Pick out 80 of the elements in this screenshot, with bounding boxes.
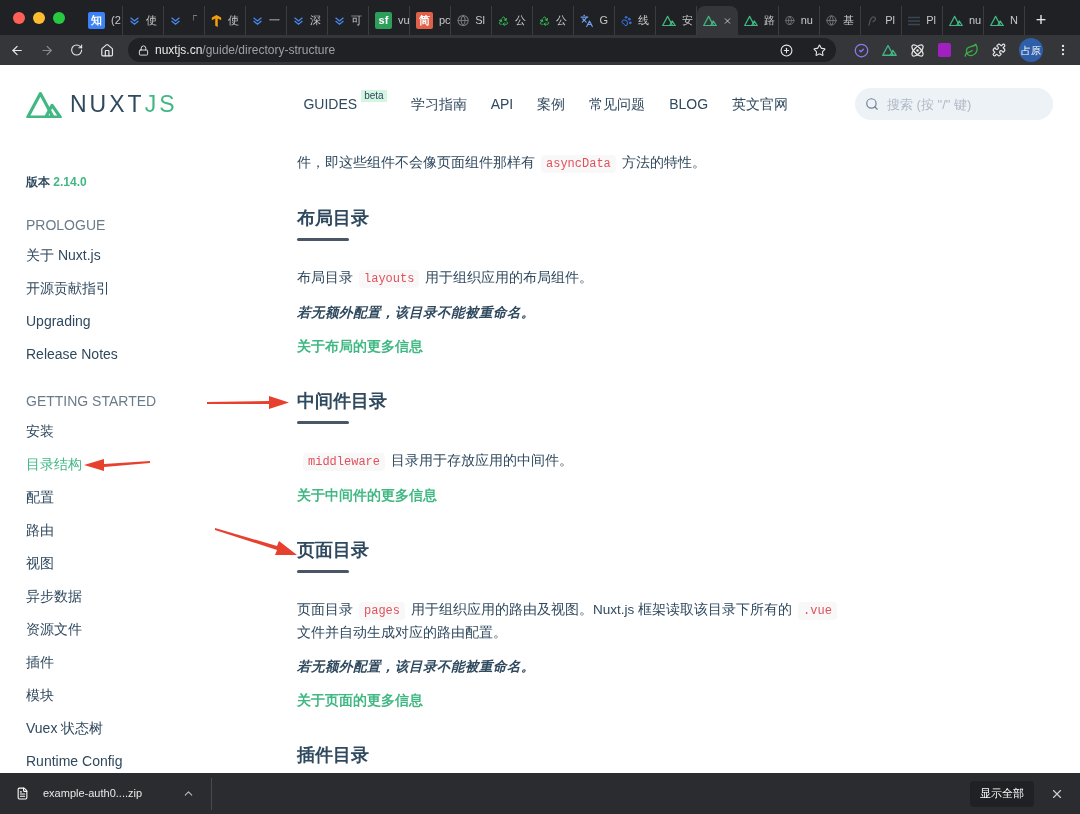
profile-avatar[interactable]: 占原: [1019, 38, 1043, 62]
paragraph: 件，即这些组件不会像页面组件那样有 asyncData 方法的特性。: [297, 153, 707, 175]
heading-underline: [297, 570, 349, 573]
atom-icon[interactable]: [910, 42, 925, 58]
translate-icon: [580, 13, 594, 28]
note-text: 若无额外配置，该目录不能被重命名。: [297, 304, 536, 322]
sidebar-link[interactable]: 插件: [26, 652, 54, 673]
nav-link[interactable]: 学习指南: [410, 93, 467, 115]
paragraph: 布局目录 layouts 用于组织应用的布局组件。: [297, 269, 595, 290]
site-icon: 简: [416, 12, 433, 29]
reload-icon[interactable]: [70, 43, 84, 57]
minimize-window-button[interactable]: [33, 11, 45, 24]
lock-icon: [138, 44, 149, 56]
sidebar-link[interactable]: 关于 Nuxt.js: [26, 245, 101, 266]
site-logo[interactable]: NUXTJS: [26, 86, 178, 122]
nav-link[interactable]: API: [490, 93, 514, 115]
file-icon: [16, 787, 29, 800]
globe-icon: [826, 14, 837, 27]
sidebar-link[interactable]: 开源贡献指引: [26, 278, 110, 299]
section-heading: 布局目录: [297, 207, 370, 230]
sidebar-link[interactable]: Runtime Config: [26, 751, 123, 772]
sidebar-link[interactable]: 资源文件: [26, 619, 82, 640]
paw-icon: [621, 13, 632, 28]
nav-link[interactable]: 英文官网: [732, 93, 789, 115]
section-heading: 插件目录: [297, 744, 370, 767]
sidebar-link[interactable]: 模块: [26, 685, 54, 706]
beta-tag: beta: [361, 89, 387, 102]
sidebar-link[interactable]: 异步数据: [26, 586, 82, 607]
annotation-arrow: [84, 457, 150, 471]
download-filename[interactable]: example-auth0....zip: [43, 785, 143, 802]
lines-icon: [908, 15, 921, 26]
nuxt-logo-icon: [703, 14, 717, 27]
globe-icon: [785, 14, 795, 27]
nav-link[interactable]: BLOG: [669, 93, 709, 115]
close-window-button[interactable]: [13, 11, 25, 24]
zoom-window-button[interactable]: [53, 11, 65, 24]
nav-link[interactable]: 案例: [537, 93, 566, 115]
sidebar-link[interactable]: Release Notes: [26, 344, 118, 365]
sidebar-link[interactable]: 配置: [26, 487, 54, 508]
paragraph: 页面目录 pages 用于组织应用的路由及视图。Nuxt.js 框架读取该目录下所有的 .vue 文件并自动生成对应的路由配置。: [297, 599, 847, 644]
nuxt-extension-icon: [882, 44, 897, 56]
section-heading: 中间件目录: [297, 390, 388, 413]
sidebar-group-title: PROLOGUE: [26, 216, 106, 235]
puzzle-icon[interactable]: [992, 43, 1006, 57]
sidebar-link[interactable]: Vuex 状态树: [26, 718, 104, 739]
version-label: 版本 2.14.0: [26, 174, 88, 191]
nuxt-logo-icon: [26, 89, 62, 119]
heading-underline: [297, 238, 349, 241]
section-heading: 页面目录: [297, 539, 370, 562]
nuxt-logo-icon: [949, 14, 963, 27]
globe-icon: [457, 14, 470, 27]
search-field[interactable]: 搜索 (按 "/" 键): [855, 88, 1053, 120]
bookmark-star-icon[interactable]: [813, 43, 826, 57]
recycle-icon: [539, 13, 550, 28]
browser-tab[interactable]: [697, 6, 738, 35]
nuxt-logo-icon: [662, 14, 676, 27]
address-bar[interactable]: nuxtjs.cn/guide/directory-structure: [128, 38, 836, 62]
sidebar-link[interactable]: 路由: [26, 520, 54, 541]
nuxt-logo-icon: [990, 14, 1004, 27]
home-icon[interactable]: [99, 42, 114, 58]
check-circle-icon[interactable]: [854, 42, 869, 58]
add-circle-icon[interactable]: [780, 43, 793, 57]
elephant-leaf-icon[interactable]: [964, 42, 979, 58]
paragraph: middleware 目录用于存放应用的中间件。: [297, 450, 847, 473]
new-tab-button[interactable]: +: [1025, 6, 1057, 35]
search-icon: [865, 97, 879, 111]
site-icon: sf: [375, 12, 392, 29]
tf-logo-icon: [211, 13, 222, 28]
site-icon: 知: [88, 12, 105, 29]
sidebar-link[interactable]: 安装: [26, 421, 54, 442]
nav-link[interactable]: 常见问题: [589, 93, 646, 115]
sidebar-link[interactable]: 视图: [26, 553, 54, 574]
show-all-button[interactable]: 显示全部: [970, 780, 1034, 807]
sidebar-group-title: GETTING STARTED: [26, 392, 157, 411]
nuxt-logo-icon: [744, 14, 758, 27]
recycle-icon: [498, 13, 509, 28]
sidebar-link[interactable]: Upgrading: [26, 311, 91, 332]
nav-link[interactable]: GUIDES: [303, 93, 358, 115]
note-text: 若无额外配置，该目录不能被重命名。: [297, 658, 536, 676]
heading-underline: [297, 421, 349, 424]
